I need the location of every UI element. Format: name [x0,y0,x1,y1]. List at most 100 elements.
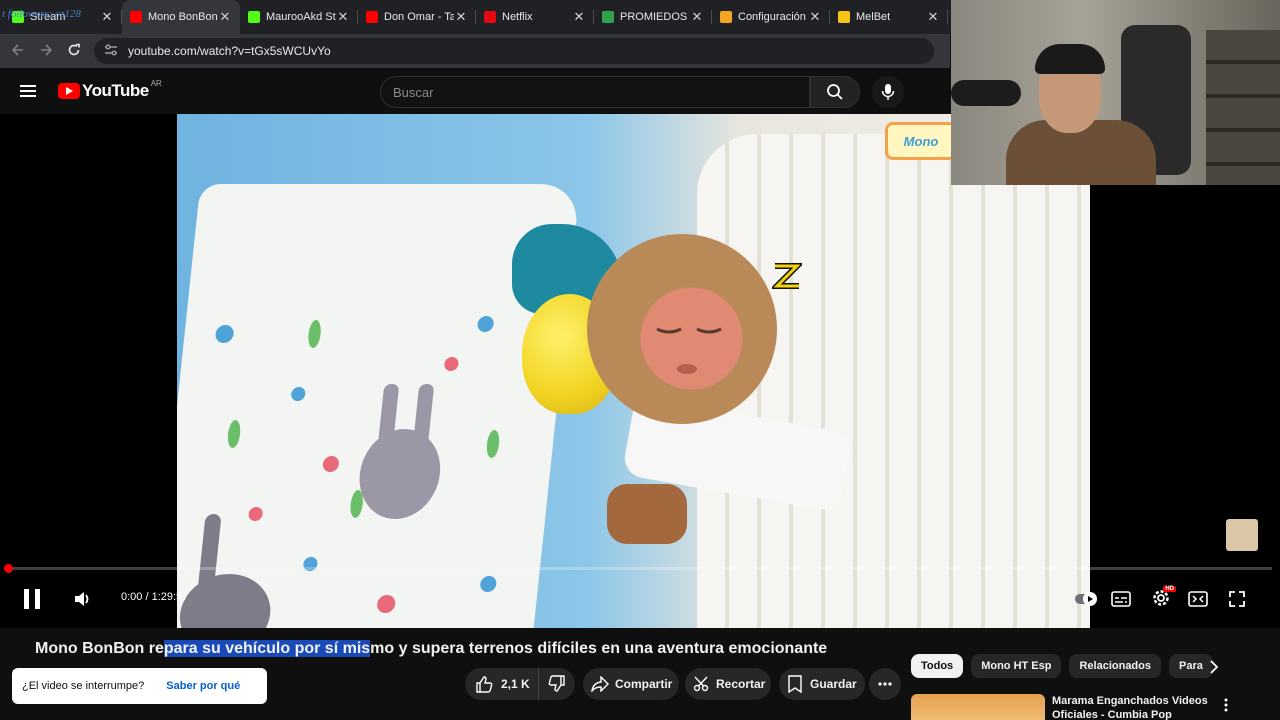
tab-close-icon[interactable]: ✕ [690,9,704,25]
tab-favicon-icon [248,11,260,23]
related-video-thumbnail[interactable] [911,694,1045,720]
dislike-button[interactable] [539,668,575,700]
arrow-left-icon [11,43,23,56]
site-settings-icon[interactable] [104,44,118,59]
webcam-shelf [1206,30,1280,185]
sleep-z-icon [772,263,802,289]
region-code: AR [150,79,162,88]
browser-tab[interactable]: MelBet ✕ [830,0,948,34]
video-player[interactable]: Mono [0,114,1280,628]
tab-close-icon[interactable]: ✕ [336,9,350,25]
tab-favicon-icon [130,11,142,23]
filter-chip[interactable]: Todos [911,654,964,678]
clip-label: Recortar [716,677,766,691]
tab-title: Configuración [738,11,806,23]
related-filter-chips: Todos Mono HT Esp Relacionados Para [911,654,1213,678]
channel-watermark: Mono [885,122,957,160]
streamer-webcam [951,0,1280,185]
fullscreen-button[interactable] [1226,588,1248,610]
chips-next-button[interactable] [1205,657,1223,677]
back-button[interactable] [4,43,32,60]
video-frame: Mono [177,114,1090,628]
theater-icon [1188,591,1208,607]
youtube-header: YouTube AR Buscar [0,68,950,114]
tab-close-icon[interactable]: ✕ [926,9,940,25]
fullscreen-icon [1229,591,1245,607]
theater-mode-button[interactable] [1186,588,1210,610]
youtube-logo[interactable]: YouTube AR [58,79,162,101]
subtitles-icon [1111,591,1131,607]
webcam-person-hair [1035,44,1105,74]
browser-tab[interactable]: Mono BonBon ✕ [122,0,240,34]
more-actions-button[interactable] [869,668,901,700]
subtitles-button[interactable] [1110,588,1132,610]
progress-scrubber[interactable] [4,564,13,573]
monkey-paw [607,484,687,544]
sleeping-monkey-head [587,234,777,424]
volume-icon [75,592,89,606]
more-horizontal-icon [878,682,892,686]
filter-chip[interactable]: Relacionados [1069,654,1161,678]
toast-learn-more-link[interactable]: Saber por qué [166,680,240,692]
screen: Stream ✕ Mono BonBon ✕ MaurooAkd St ✕ Don Omar… [0,0,1280,720]
browser-tab[interactable]: MaurooAkd St ✕ [240,0,358,34]
mute-button[interactable] [70,588,94,610]
title-part-1: Mono BonBon re [35,640,164,657]
title-selected-text: para su vehículo por sí mis [163,640,371,657]
save-button[interactable]: Guardar [779,668,865,700]
tab-close-icon[interactable]: ✕ [218,9,232,25]
tab-favicon-icon [484,11,496,23]
address-bar[interactable]: youtube.com/watch?v=tGx5sWCUvYo [94,38,934,64]
browser-tab[interactable]: Don Omar - Ta ✕ [358,0,476,34]
tab-title: PROMIEDOS - [620,11,690,23]
tab-title: Don Omar - Ta [384,11,454,23]
tab-close-icon[interactable]: ✕ [572,9,586,25]
search-input[interactable]: Buscar [380,76,810,108]
progress-bar[interactable] [8,567,1272,570]
clip-button[interactable]: Recortar [685,668,771,700]
browser-tab[interactable]: Configuración ✕ [712,0,830,34]
settings-button[interactable]: HD [1148,586,1176,610]
channel-branding-icon[interactable] [1226,519,1258,551]
voice-search-button[interactable] [872,76,904,108]
hamburger-menu-icon[interactable] [20,85,36,97]
browser-toolbar: youtube.com/watch?v=tGx5sWCUvYo [0,34,950,68]
search-button[interactable] [810,76,860,108]
microphone-icon [881,84,895,100]
bookmark-icon [788,675,802,693]
reload-icon [68,43,80,55]
like-button[interactable]: 2,1 K [465,668,539,700]
like-dislike-group: 2,1 K [465,668,575,700]
tab-favicon-icon [720,11,732,23]
tab-close-icon[interactable]: ✕ [808,9,822,25]
hd-badge: HD [1163,586,1176,592]
tab-favicon-icon [838,11,850,23]
chevron-right-icon [1210,660,1219,674]
tab-favicon-icon [366,11,378,23]
search-placeholder: Buscar [393,84,434,100]
browser-tab[interactable]: Netflix ✕ [476,0,594,34]
forward-button[interactable] [32,43,60,60]
pause-icon [24,589,40,609]
filter-chip[interactable]: Mono HT Esp [971,654,1062,678]
search-icon [827,84,843,100]
playback-issue-toast: ¿El video se interrumpe? Saber por qué [12,668,267,704]
tab-title: Netflix [502,11,533,23]
related-video-menu-button[interactable] [1218,696,1234,714]
tab-close-icon[interactable]: ✕ [100,9,114,25]
autoplay-toggle[interactable] [1074,587,1100,611]
thumbs-down-icon [548,675,565,692]
thumbs-up-icon [476,676,493,693]
logo-text: YouTube [82,81,149,100]
tab-close-icon[interactable]: ✕ [454,9,468,25]
time-display: 0:00 / 1:29:57 [121,591,189,603]
tab-title: MaurooAkd St [266,11,336,23]
browser-tab[interactable]: PROMIEDOS - ✕ [594,0,712,34]
tab-separator [947,10,948,24]
like-count: 2,1 K [501,677,530,691]
related-video-title[interactable]: Marama Enganchados Videos Oficiales - Cu… [1052,694,1212,720]
pause-button[interactable] [20,586,44,612]
video-title: Mono BonBon repara su vehículo por sí mi… [35,640,827,658]
reload-button[interactable] [60,43,88,60]
share-button[interactable]: Compartir [583,668,679,700]
